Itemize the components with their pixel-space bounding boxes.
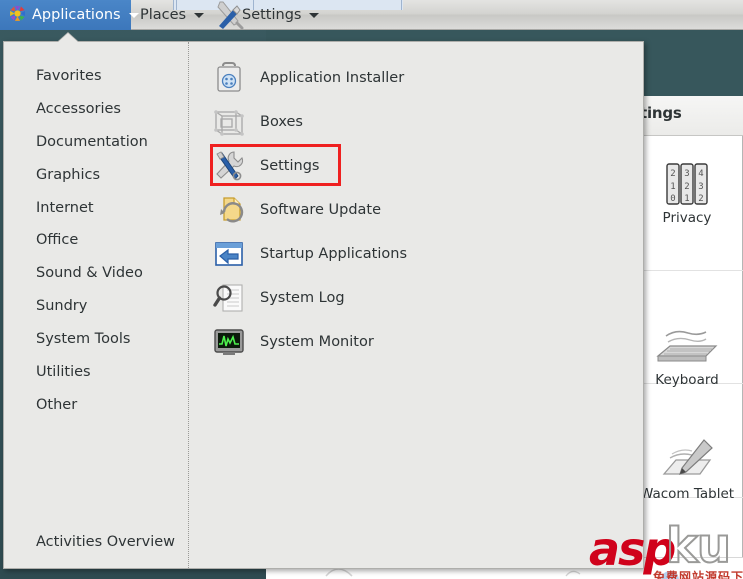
svg-text:1: 1 [684,194,689,204]
category-sound-video[interactable]: Sound & Video [36,265,143,281]
svg-text:3: 3 [684,169,689,179]
startup-applications-icon [212,237,246,271]
app-settings[interactable]: Settings [212,146,319,186]
category-graphics[interactable]: Graphics [36,167,100,183]
applications-menu-categories: Favorites Accessories Documentation Grap… [4,42,189,568]
category-office[interactable]: Office [36,232,78,248]
menu-applications[interactable]: Applications [0,0,139,30]
wacom-tablet-stylus-icon [628,436,743,486]
app-startup-applications[interactable]: Startup Applications [212,234,407,274]
category-system-tools[interactable]: System Tools [36,331,130,347]
menu-settings-label: Settings [242,7,302,23]
application-installer-icon [212,61,246,95]
tools-wrench-screwdriver-icon [213,0,247,36]
activities-overview-link[interactable]: Activities Overview [36,534,175,550]
menu-settings[interactable]: Settings [211,0,321,30]
app-label: Startup Applications [260,246,407,262]
settings-item-label: Keyboard [655,372,719,388]
category-other[interactable]: Other [36,397,77,413]
chevron-down-icon [194,12,205,18]
app-application-installer[interactable]: Application Installer [212,58,404,98]
app-label: Application Installer [260,70,405,86]
category-documentation[interactable]: Documentation [36,134,148,150]
boxes-icon [212,105,246,139]
category-accessories[interactable]: Accessories [36,101,121,117]
app-boxes[interactable]: Boxes [212,102,303,142]
settings-item-label: Wacom Tablet [639,486,735,502]
software-update-icon [212,193,246,227]
settings-window-title: tings [640,104,682,122]
keyboard-icon [628,322,743,372]
fedora-starburst-icon [9,5,26,26]
menu-places-label: Places [140,7,187,23]
svg-text:4: 4 [698,169,703,179]
applications-menu-items: Application Installer Boxes Settings Sof… [190,42,643,568]
menu-places[interactable]: Places [131,0,211,30]
menu-applications-label: Applications [32,7,121,23]
system-monitor-icon [212,325,246,359]
chevron-down-icon [309,12,320,18]
category-favorites[interactable]: Favorites [36,68,102,84]
app-label: Boxes [260,114,303,130]
settings-item-privacy[interactable]: 210 321 432 Privacy [628,160,743,226]
menu-pointer-arrow [58,33,78,42]
app-software-update[interactable]: Software Update [212,190,381,230]
screen: tings 210 321 432 Privacy Keyboard Wacom… [0,0,743,579]
svg-text:0: 0 [670,194,675,204]
settings-item-keyboard[interactable]: Keyboard [628,322,743,388]
system-log-icon [212,281,246,315]
svg-text:2: 2 [670,169,675,179]
category-internet[interactable]: Internet [36,200,94,216]
app-label: Software Update [260,202,382,218]
app-system-log[interactable]: System Log [212,278,345,318]
privacy-combination-lock-icon: 210 321 432 [628,160,743,210]
applications-menu-popup: Favorites Accessories Documentation Grap… [3,41,644,569]
svg-text:1: 1 [670,182,675,192]
settings-item-label: Privacy [662,210,712,226]
app-label: System Log [260,290,345,306]
svg-text:3: 3 [698,182,703,192]
category-sundry[interactable]: Sundry [36,298,87,314]
app-system-monitor[interactable]: System Monitor [212,322,374,362]
app-label: System Monitor [260,334,374,350]
app-label: Settings [260,158,320,174]
settings-tools-icon [212,149,246,183]
svg-text:2: 2 [698,194,703,204]
category-utilities[interactable]: Utilities [36,364,91,380]
svg-text:2: 2 [684,182,689,192]
settings-item-wacom-tablet[interactable]: Wacom Tablet [628,436,743,502]
